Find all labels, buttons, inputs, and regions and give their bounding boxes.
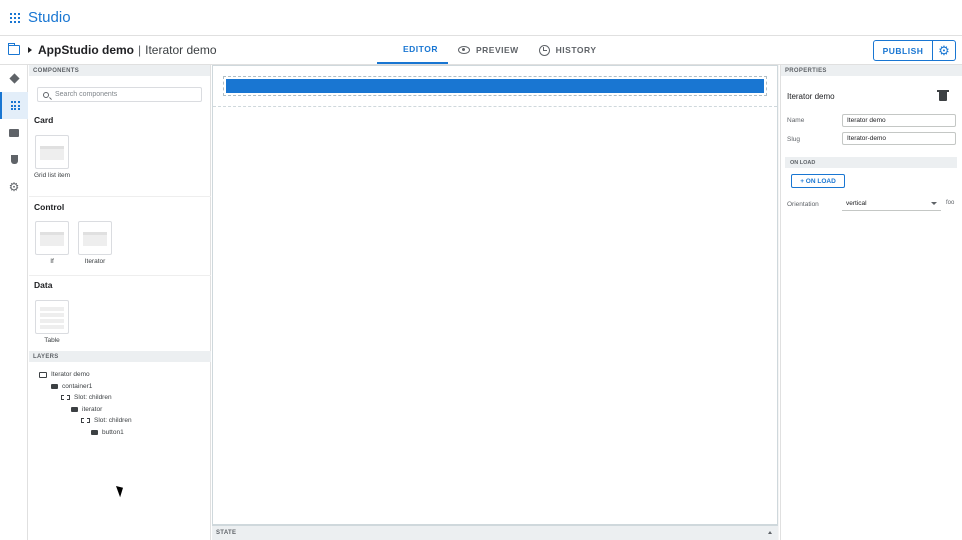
slot-boundary	[213, 106, 777, 107]
left-rail: ⚙	[0, 65, 28, 540]
breadcrumb-app-name[interactable]: AppStudio demo	[38, 43, 134, 57]
properties-title: Iterator demo	[787, 92, 835, 101]
app-brand[interactable]: Studio	[28, 9, 71, 26]
layer-item[interactable]: Slot: children	[61, 394, 112, 401]
editor-toolbar: AppStudio demo | Iterator demo EDITOR PR…	[0, 36, 962, 65]
eye-icon	[457, 46, 470, 54]
editor-canvas[interactable]	[212, 65, 778, 525]
name-field[interactable]: Iterator demo	[842, 114, 956, 127]
settings-button[interactable]: ⚙	[933, 40, 956, 61]
orientation-suffix: foo	[946, 200, 955, 206]
dashboard-icon	[387, 44, 397, 54]
add-onload-button[interactable]: + ON LOAD	[791, 174, 845, 188]
rail-components[interactable]	[0, 92, 28, 119]
slug-label: Slug	[787, 136, 801, 143]
app-bar: Studio	[0, 0, 962, 36]
layer-label: Slot: children	[94, 417, 132, 424]
slug-field[interactable]: Iterator-demo	[842, 132, 956, 145]
search-input[interactable]: Search components	[37, 87, 202, 102]
layers-header: LAYERS	[29, 351, 211, 362]
rail-settings[interactable]: ⚙	[0, 173, 28, 200]
tab-preview-label: PREVIEW	[475, 45, 519, 55]
properties-header: PROPERTIES	[781, 65, 962, 76]
layers-icon	[8, 73, 20, 84]
layer-item[interactable]: Iterator demo	[39, 371, 90, 378]
group-title-data: Data	[34, 280, 53, 290]
divider	[29, 275, 211, 276]
component-tile-iterator[interactable]	[78, 221, 112, 255]
breadcrumb-page-name: Iterator demo	[145, 43, 217, 57]
chevron-down-icon	[931, 202, 937, 205]
rail-connections[interactable]	[0, 146, 28, 173]
layer-item[interactable]: button1	[91, 429, 124, 436]
grid-icon	[10, 101, 20, 110]
component-tile-table[interactable]	[35, 300, 69, 334]
tab-editor[interactable]: EDITOR	[377, 36, 448, 64]
tab-preview[interactable]: PREVIEW	[448, 36, 529, 64]
components-panel: COMPONENTS Search components Card Grid l…	[29, 65, 211, 540]
orientation-label: Orientation	[787, 201, 819, 208]
orientation-value: vertical	[846, 200, 867, 207]
breadcrumb-separator: |	[138, 43, 142, 57]
layer-item[interactable]: Slot: children	[81, 417, 132, 424]
orientation-select[interactable]: vertical	[842, 197, 941, 211]
component-icon	[91, 430, 98, 435]
iterator-button-preview[interactable]	[226, 79, 764, 93]
layer-item[interactable]: container1	[51, 383, 92, 390]
breadcrumb: AppStudio demo | Iterator demo	[7, 36, 217, 64]
slot-icon	[61, 395, 70, 400]
folder-icon[interactable]	[7, 43, 20, 55]
slot-icon	[81, 418, 90, 423]
components-header: COMPONENTS	[29, 65, 210, 76]
search-icon	[43, 91, 49, 98]
layer-item[interactable]: iterator	[71, 406, 102, 413]
layer-label: container1	[62, 383, 93, 390]
group-title-card: Card	[34, 115, 54, 125]
component-tile-if[interactable]	[35, 221, 69, 255]
state-label: STATE	[216, 530, 237, 536]
tile-label: If	[50, 258, 54, 265]
gear-icon: ⚙	[938, 42, 950, 58]
gear-icon: ⚙	[8, 179, 20, 194]
tab-history[interactable]: HISTORY	[529, 36, 607, 64]
layer-label: Slot: children	[74, 394, 112, 401]
rail-media[interactable]	[0, 119, 28, 146]
layer-label: iterator	[82, 406, 103, 413]
name-label: Name	[787, 117, 805, 124]
history-icon	[538, 44, 550, 56]
rail-layers[interactable]	[0, 65, 28, 92]
tile-label: Table	[44, 337, 60, 344]
properties-panel: PROPERTIES Iterator demo Name Iterator d…	[780, 65, 962, 540]
group-title-control: Control	[34, 202, 65, 212]
mode-tabs: EDITOR PREVIEW HISTORY	[377, 36, 606, 64]
tile-label: Grid list item	[33, 172, 71, 179]
tile-label: Iterator	[84, 258, 106, 265]
page-icon	[39, 371, 47, 378]
image-icon	[9, 128, 19, 137]
component-icon	[51, 384, 58, 389]
apps-grid-icon[interactable]	[10, 12, 20, 23]
component-tile-grid-list-item[interactable]	[35, 135, 69, 169]
layer-label: Iterator demo	[51, 371, 90, 378]
layer-label: button1	[102, 429, 124, 436]
search-placeholder: Search components	[55, 91, 118, 98]
tab-editor-label: EDITOR	[403, 44, 438, 54]
divider	[29, 196, 211, 197]
publish-button[interactable]: PUBLISH	[873, 40, 933, 61]
caret-right-icon[interactable]	[28, 47, 32, 53]
onload-header: ON LOAD	[785, 157, 957, 168]
component-icon	[71, 407, 78, 412]
arrow-up-icon[interactable]	[768, 531, 772, 534]
trash-icon[interactable]	[937, 90, 949, 101]
tab-history-label: HISTORY	[555, 45, 597, 55]
plug-icon	[10, 155, 18, 164]
state-bar[interactable]: STATE	[212, 525, 778, 540]
